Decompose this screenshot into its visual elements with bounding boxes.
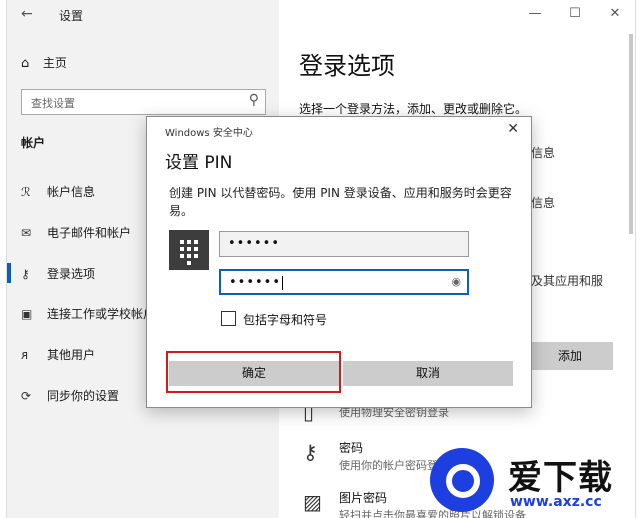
key-icon: ⚷ xyxy=(21,267,30,281)
checkbox-label: 包括字母和符号 xyxy=(243,313,328,327)
watermark-logo xyxy=(430,448,494,512)
close-icon[interactable]: ✕ xyxy=(507,121,519,137)
window-title: 设置 xyxy=(59,9,84,23)
key-icon[interactable]: ⚷ xyxy=(303,440,318,464)
confirm-pin-value: •••••• xyxy=(229,275,284,290)
new-pin-field[interactable]: •••••• xyxy=(219,231,469,257)
maximize-icon[interactable]: ☐ xyxy=(565,6,585,21)
setting-fragment: 信息 xyxy=(531,196,556,210)
watermark: 爱下载 www.axz.cc xyxy=(430,448,640,518)
home-label: 主页 xyxy=(42,56,67,70)
reveal-eye-icon[interactable]: ◉ xyxy=(451,275,461,288)
page-title: 登录选项 xyxy=(299,52,395,80)
watermark-url: www.axz.cc xyxy=(510,494,602,510)
page-description: 选择一个登录方法，添加、更改或删除它。 xyxy=(299,102,528,116)
confirm-pin-field[interactable]: •••••• ◉ xyxy=(219,269,469,295)
dialog-description: 创建 PIN 以代替密码。使用 PIN 登录设备、应用和服务时会更容易。 xyxy=(169,186,512,218)
include-letters-checkbox[interactable] xyxy=(221,311,236,326)
minimize-icon[interactable]: — xyxy=(525,6,545,21)
sidebar-home[interactable]: ⌂ 主页 xyxy=(21,54,67,71)
scrollbar[interactable] xyxy=(629,34,633,234)
keypad-icon xyxy=(169,230,209,270)
sidebar-item-label: 同步你的设置 xyxy=(47,389,120,403)
ok-button[interactable]: 确定 xyxy=(169,361,339,386)
back-arrow-icon[interactable]: ← xyxy=(21,6,33,22)
new-pin-value: •••••• xyxy=(228,236,281,251)
search-icon: ⚲ xyxy=(248,92,259,108)
add-button[interactable]: 添加 xyxy=(527,342,613,370)
picture-icon[interactable]: ▨ xyxy=(303,490,322,514)
cancel-button[interactable]: 取消 xyxy=(343,361,513,386)
sidebar-section-title: 帐户 xyxy=(21,136,46,150)
option-title[interactable]: 图片密码 xyxy=(339,489,387,506)
close-icon[interactable]: ✕ xyxy=(605,6,625,21)
option-title[interactable]: 密码 xyxy=(339,439,363,456)
sidebar-item-label: 登录选项 xyxy=(47,267,96,281)
set-pin-dialog: Windows 安全中心 ✕ 设置 PIN 创建 PIN 以代替密码。使用 PI… xyxy=(146,116,532,408)
dialog-title: 设置 PIN xyxy=(165,153,233,173)
person-card-icon: ℛ xyxy=(21,185,31,199)
home-icon: ⌂ xyxy=(21,56,30,71)
setting-fragment: 信息 xyxy=(531,146,556,160)
dialog-app-name: Windows 安全中心 xyxy=(165,128,253,139)
watermark-name: 爱下载 xyxy=(508,458,613,498)
search-input[interactable]: 查找设置 ⚲ xyxy=(21,89,266,115)
sidebar-item-label: 帐户信息 xyxy=(47,185,96,199)
sidebar-item-label: 连接工作或学校帐户 xyxy=(47,307,156,321)
mail-icon: ✉ xyxy=(21,226,32,240)
search-placeholder: 查找设置 xyxy=(31,97,75,110)
add-person-icon: ᴙ xyxy=(21,348,29,362)
setting-fragment: 及其应用和服 xyxy=(531,274,604,288)
sync-icon: ⟳ xyxy=(21,389,32,403)
sidebar-item-label: 其他用户 xyxy=(47,348,96,362)
briefcase-icon: ▣ xyxy=(21,307,33,321)
title-bar: ← 设置 — ☐ ✕ xyxy=(7,0,635,30)
sidebar-item-label: 电子邮件和帐户 xyxy=(47,226,132,240)
